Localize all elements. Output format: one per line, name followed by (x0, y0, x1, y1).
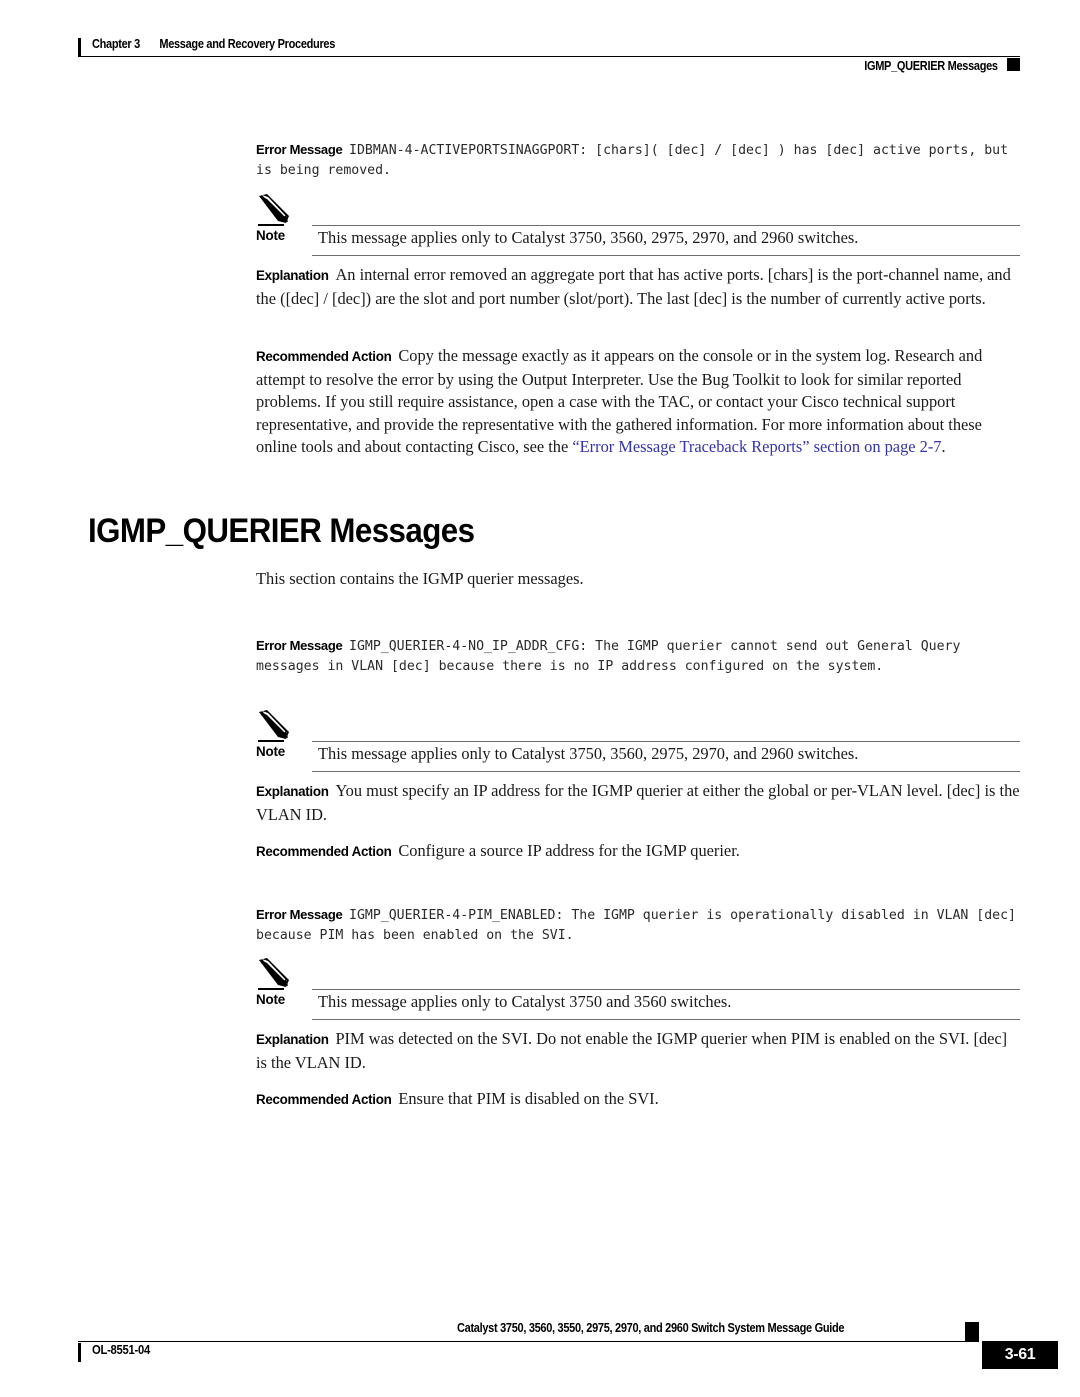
error-message-block-3: Error Message IGMP_QUERIER-4-PIM_ENABLED:… (256, 905, 1020, 947)
note-icon-underline (258, 740, 284, 742)
header-running-head: IGMP_QUERIER Messages (864, 59, 998, 73)
note-block-1: Note This message applies only to Cataly… (256, 194, 1020, 258)
note-label: Note (256, 744, 285, 759)
error-message-text: IGMP_QUERIER-4-NO_IP_ADDR_CFG: The IGMP … (256, 639, 961, 675)
pencil-icon (258, 710, 292, 740)
explanation-label: Explanation (256, 1032, 329, 1047)
error-message-label: Error Message (256, 638, 343, 653)
header-chapter: Chapter 3 Message and Recovery Procedures (92, 37, 335, 51)
error-message-block-1: Error Message IDBMAN-4-ACTIVEPORTSINAGGPO… (256, 140, 1020, 182)
header-square-marker (1007, 58, 1020, 71)
footer-guide-title: Catalyst 3750, 3560, 3550, 2975, 2970, a… (457, 1321, 845, 1335)
note-rule-top (312, 989, 1020, 990)
recommended-action-text: Configure a source IP address for the IG… (398, 841, 740, 860)
error-message-text: IGMP_QUERIER-4-PIM_ENABLED: The IGMP que… (256, 908, 1016, 944)
recommended-action-label: Recommended Action (256, 844, 392, 859)
section-heading: IGMP_QUERIER Messages (88, 512, 475, 550)
footer-doc-id: OL-8551-04 (92, 1343, 150, 1357)
footer-page-number: 3-61 (982, 1341, 1058, 1369)
header-rule (78, 56, 1020, 57)
note-icon-underline (258, 988, 284, 990)
recommended-action-label: Recommended Action (256, 1092, 392, 1107)
note-label: Note (256, 992, 285, 1007)
recommended-action-text: Ensure that PIM is disabled on the SVI. (398, 1089, 659, 1108)
footer-rule (78, 1341, 978, 1342)
note-text: This message applies only to Catalyst 37… (318, 744, 859, 763)
section-intro: This section contains the IGMP querier m… (256, 569, 584, 588)
explanation-text: You must specify an IP address for the I… (256, 781, 1020, 824)
recommended-action-block-1: Recommended Action Copy the message exact… (256, 345, 1020, 459)
explanation-label: Explanation (256, 784, 329, 799)
note-block-3: Note This message applies only to Cataly… (256, 958, 1020, 1022)
document-page: Chapter 3 Message and Recovery Procedures… (0, 0, 1080, 1397)
recommended-action-text-tail: . (941, 437, 946, 457)
note-text: This message applies only to Catalyst 37… (318, 992, 732, 1011)
recommended-action-label: Recommended Action (256, 349, 392, 364)
error-message-label: Error Message (256, 142, 343, 157)
error-message-block-2: Error Message IGMP_QUERIER-4-NO_IP_ADDR_C… (256, 636, 1020, 678)
pencil-icon (258, 194, 292, 224)
explanation-label: Explanation (256, 268, 329, 283)
header-chapter-number: Chapter 3 (92, 37, 140, 51)
header-left-tick (78, 38, 81, 57)
pencil-icon (258, 958, 292, 988)
explanation-text: An internal error removed an aggregate p… (256, 265, 1011, 308)
explanation-block-1: Explanation An internal error removed an … (256, 264, 1020, 310)
note-rule-bottom (312, 1019, 1020, 1020)
note-label: Note (256, 228, 285, 243)
note-rule-top (312, 741, 1020, 742)
note-rule-bottom (312, 771, 1020, 772)
recommended-action-block-3: Recommended Action Ensure that PIM is dis… (256, 1088, 1020, 1112)
note-block-2: Note This message applies only to Cataly… (256, 710, 1020, 774)
error-message-text: IDBMAN-4-ACTIVEPORTSINAGGPORT: [chars]( … (256, 143, 1009, 179)
note-rule-bottom (312, 255, 1020, 256)
note-icon-underline (258, 224, 284, 226)
note-text: This message applies only to Catalyst 37… (318, 228, 859, 247)
recommended-action-block-2: Recommended Action Configure a source IP … (256, 840, 1020, 864)
footer-left-tick (78, 1343, 81, 1362)
note-rule-top (312, 225, 1020, 226)
running-header: Chapter 3 Message and Recovery Procedures… (78, 32, 1020, 80)
running-footer: Catalyst 3750, 3560, 3550, 2975, 2970, a… (78, 1313, 1058, 1373)
explanation-block-3: Explanation PIM was detected on the SVI. … (256, 1028, 1020, 1074)
explanation-block-2: Explanation You must specify an IP addres… (256, 780, 1020, 826)
error-message-label: Error Message (256, 907, 343, 922)
header-chapter-title: Message and Recovery Procedures (159, 37, 336, 51)
explanation-text: PIM was detected on the SVI. Do not enab… (256, 1029, 1008, 1072)
traceback-reports-link[interactable]: “Error Message Traceback Reports” sectio… (572, 437, 941, 456)
footer-square-marker (965, 1322, 979, 1342)
